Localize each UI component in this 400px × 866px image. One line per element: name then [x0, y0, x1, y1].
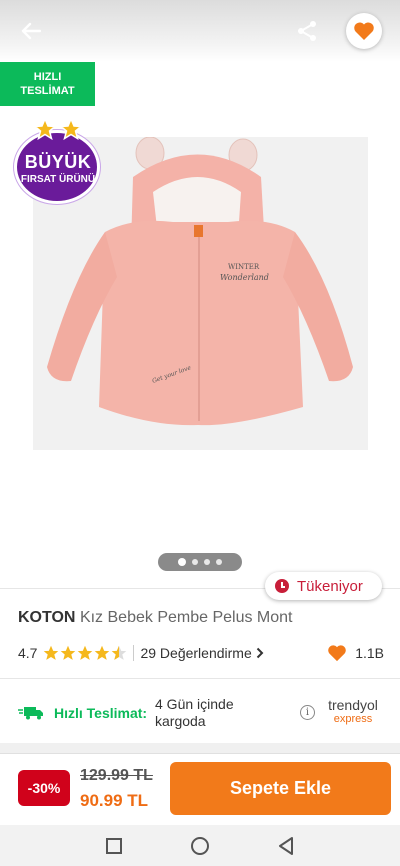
- fast-delivery-label: Hızlı Teslimat:: [54, 705, 148, 721]
- section-separator: [0, 743, 400, 753]
- favorites-count: 1.1B: [327, 644, 384, 662]
- delivery-eta: 4 Gün içinde kargoda: [155, 696, 234, 729]
- pagination-dot[interactable]: [192, 559, 198, 565]
- square-icon: [106, 838, 122, 854]
- clock-icon: [275, 579, 289, 593]
- back-button[interactable]: [16, 16, 46, 46]
- star-icon: [61, 645, 76, 660]
- fast-delivery-badge: HIZLI TESLİMAT: [0, 62, 95, 106]
- product-title: KOTON Kız Bebek Pembe Pelus Mont: [18, 609, 390, 627]
- heart-icon: [354, 22, 374, 40]
- star-icon: [78, 645, 93, 660]
- back-nav-button[interactable]: [276, 836, 296, 856]
- star-icon: [44, 645, 59, 660]
- gallery-pagination[interactable]: [158, 553, 242, 571]
- share-button[interactable]: [292, 16, 322, 46]
- big-deal-badge: BÜYÜK FIRSAT ÜRÜNÜ: [8, 118, 108, 204]
- discount-badge: -30%: [18, 770, 70, 806]
- fast-delivery-badge-line2: TESLİMAT: [20, 85, 75, 97]
- info-icon[interactable]: i: [300, 705, 315, 720]
- separator: [133, 645, 135, 661]
- favorite-button[interactable]: [346, 13, 382, 49]
- brand-name[interactable]: KOTON: [18, 609, 75, 626]
- rating-row: 4.7 29 Değerlendirme 1.1B: [18, 643, 388, 663]
- chevron-right-icon: [256, 647, 264, 659]
- pagination-dot[interactable]: [216, 559, 222, 565]
- fast-delivery-badge-line1: HIZLI: [33, 71, 62, 83]
- reviews-count: 29 Değerlendirme: [140, 645, 252, 661]
- arrow-left-icon: [21, 22, 41, 40]
- reviews-link[interactable]: 29 Değerlendirme: [140, 645, 264, 661]
- pagination-dot-active[interactable]: [178, 558, 186, 566]
- express-logo-line1: trendyol: [328, 697, 378, 713]
- old-price: 129.99 TL: [80, 767, 153, 784]
- star-half-icon: [112, 645, 127, 660]
- svg-text:Wonderland: Wonderland: [220, 273, 269, 282]
- trendyol-express-logo: trendyol express: [322, 697, 384, 726]
- star-icon: [95, 645, 110, 660]
- star-icon: [34, 118, 56, 140]
- top-bar: [0, 0, 400, 62]
- circle-icon: [191, 837, 209, 855]
- delivery-info: Hızlı Teslimat: 4 Gün içinde kargoda i t…: [0, 678, 400, 740]
- system-nav-bar: [0, 825, 400, 866]
- purchase-bar: -30% 129.99 TL 90.99 TL Sepete Ekle: [0, 753, 400, 825]
- pagination-dot[interactable]: [204, 559, 210, 565]
- share-icon: [298, 21, 316, 41]
- truck-icon: [18, 707, 43, 720]
- big-deal-title: BÜYÜK: [24, 152, 92, 172]
- star-icon: [60, 118, 82, 140]
- new-price: 90.99 TL: [80, 791, 149, 810]
- favorites-count-value: 1.1B: [355, 645, 384, 661]
- product-name: Kız Bebek Pembe Pelus Mont: [79, 609, 293, 626]
- add-to-cart-button[interactable]: Sepete Ekle: [170, 762, 391, 815]
- stock-status-badge: Tükeniyor: [265, 572, 382, 600]
- rating-stars: [43, 645, 127, 661]
- recent-apps-button[interactable]: [104, 836, 124, 856]
- triangle-back-icon: [279, 837, 293, 855]
- big-deal-subtitle: FIRSAT ÜRÜNÜ: [20, 174, 96, 185]
- rating-score: 4.7: [18, 645, 38, 661]
- stock-status-label: Tükeniyor: [297, 577, 363, 595]
- svg-text:WINTER: WINTER: [228, 263, 260, 271]
- heart-icon: [328, 645, 346, 662]
- home-button[interactable]: [190, 836, 210, 856]
- express-logo-line2: express: [333, 713, 373, 725]
